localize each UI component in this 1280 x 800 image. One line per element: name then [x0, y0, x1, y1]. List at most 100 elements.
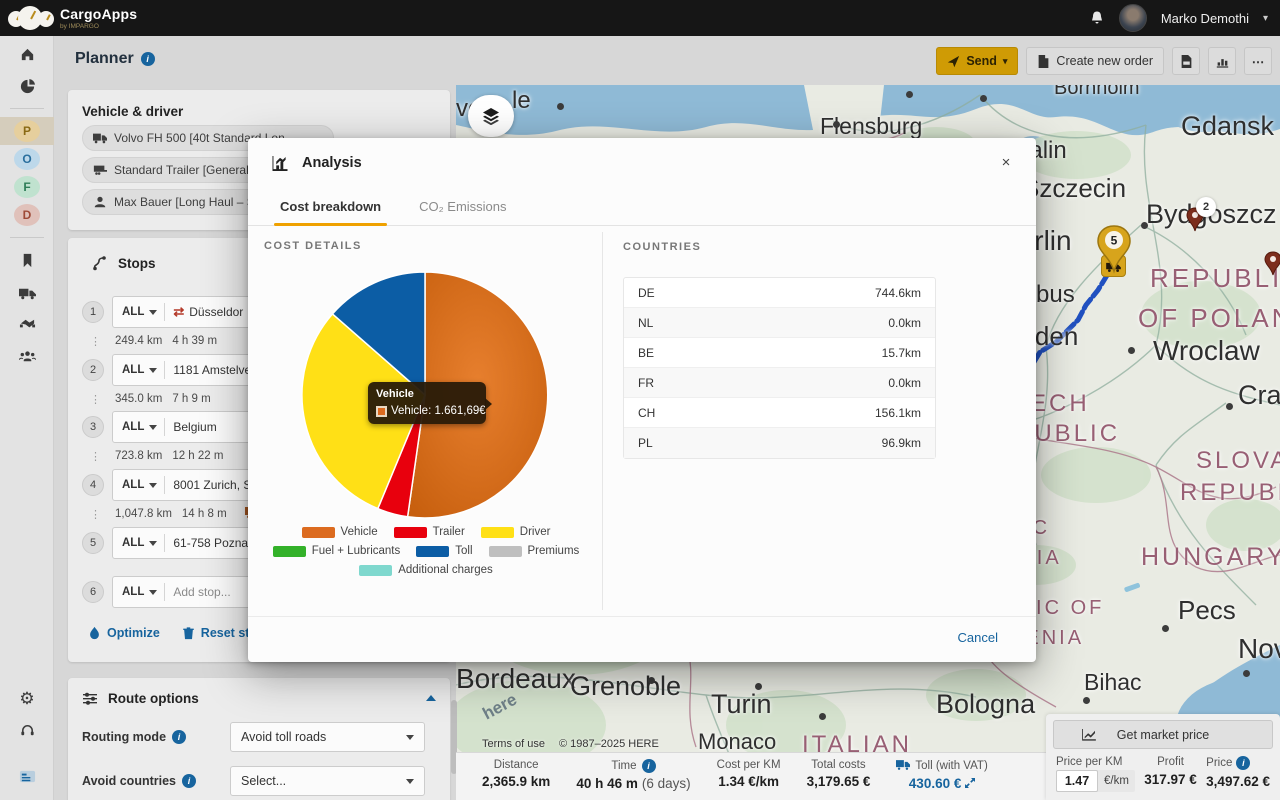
sidebar-item-shortcuts[interactable] — [0, 762, 54, 790]
app-name: CargoApps — [60, 6, 138, 22]
sidebar-item-settings[interactable]: ⚙ — [0, 684, 54, 712]
avoid-countries-info-icon[interactable]: i — [182, 774, 196, 788]
cost-details-title: COST DETAILS — [264, 240, 362, 252]
user-avatar[interactable] — [1118, 4, 1147, 32]
sidebar-workspace-o[interactable]: O — [0, 145, 54, 173]
sidebar-item-fleet[interactable] — [0, 278, 54, 306]
notifications-bell-icon[interactable] — [1089, 10, 1105, 26]
map-city-label: Bihac — [1084, 669, 1142, 695]
drag-handle-icon[interactable]: ⋮ — [90, 393, 101, 406]
map-order-count-badge[interactable]: 2 — [1196, 197, 1216, 217]
price-info-icon[interactable]: i — [1236, 756, 1251, 770]
map-layers-button[interactable] — [468, 95, 514, 137]
drag-handle-icon[interactable]: ⋮ — [90, 335, 101, 348]
stat-value: 3,179.65 € — [806, 774, 871, 789]
stat-label: Distance — [493, 759, 539, 771]
legend-swatch — [393, 526, 427, 538]
sidebar-item-partners[interactable] — [0, 310, 54, 338]
map-country-label: SLOVAK — [1196, 447, 1280, 474]
map-order-pin-2[interactable] — [1264, 251, 1280, 277]
user-name[interactable]: Marko Demothi — [1161, 11, 1249, 26]
price-per-km-stat: Price per KM €/km — [1056, 756, 1135, 792]
legend-swatch — [359, 564, 393, 576]
legend-swatch — [480, 526, 514, 538]
optimize-button[interactable]: Optimize — [88, 626, 160, 640]
export-pdf-button[interactable] — [1172, 47, 1200, 75]
swap-stops-icon[interactable]: ⇄ — [173, 304, 184, 320]
modal-tabs: Cost breakdown CO₂ Emissions — [248, 188, 1036, 226]
sidebar-workspace-d[interactable]: D — [0, 201, 54, 229]
stop-location-field[interactable]: ALL Belgium — [112, 411, 260, 443]
sidebar-item-analytics[interactable] — [0, 72, 54, 100]
sidebar-item-home[interactable] — [0, 40, 54, 68]
tab-co2-emissions[interactable]: CO₂ Emissions — [417, 188, 508, 225]
cancel-button[interactable]: Cancel — [958, 630, 998, 645]
dropdown-caret-icon — [149, 540, 158, 546]
more-actions-button[interactable]: ⋯ — [1244, 47, 1272, 75]
drag-handle-icon[interactable]: ⋮ — [90, 450, 101, 463]
map-city-label: Turin — [711, 689, 772, 719]
trailer-icon — [93, 163, 107, 177]
map-city-label: Novi — [1238, 633, 1280, 664]
toll-expand-icon[interactable] — [965, 776, 976, 791]
country-row: DE 744.6km — [624, 278, 935, 308]
page-title: Planner — [75, 50, 134, 67]
sidebar-item-support[interactable] — [0, 716, 54, 744]
send-button[interactable]: Send ▾ — [936, 47, 1019, 75]
map-city-dot — [557, 103, 564, 110]
stop-location-field[interactable]: ALL ⇄ Düsseldor — [112, 296, 260, 328]
countries-table: DE 744.6km NL 0.0km BE 15.7km FR 0.0km CH 156.1km… — [623, 277, 936, 459]
sidebar-workspace-p[interactable]: P — [0, 117, 54, 145]
avoid-countries-select[interactable]: Select... — [230, 766, 425, 796]
stop-location-field[interactable]: ALL 61-758 Poznan — [112, 527, 260, 559]
stop-mode-select[interactable]: ALL — [113, 421, 149, 433]
sidebar-workspace-f[interactable]: F — [0, 173, 54, 201]
app-logo[interactable]: CargoApps by IMPARGO — [8, 3, 137, 33]
legend-label: Toll — [455, 545, 473, 557]
legend-label: Driver — [519, 526, 551, 538]
country-code: DE — [638, 285, 655, 300]
map-stop5-pin[interactable]: 5 — [1096, 225, 1132, 277]
create-new-order-button[interactable]: Create new order — [1026, 47, 1164, 75]
planner-info-icon[interactable]: i — [140, 52, 155, 66]
stop-mode-select[interactable]: ALL — [113, 586, 149, 598]
stop-location-field[interactable]: ALL Add stop... — [112, 576, 260, 608]
stat-time: Time i 40 h 46 m (6 days) — [576, 759, 691, 800]
stop-location-field[interactable]: ALL 1181 Amstelve — [112, 354, 260, 386]
stop-mode-select[interactable]: ALL — [113, 479, 149, 491]
map-city-label: Szczecin — [1022, 173, 1127, 203]
terms-of-use-link[interactable]: Terms of use — [482, 738, 545, 750]
stops-panel-title: Stops — [118, 255, 156, 271]
stop-mode-select[interactable]: ALL — [113, 306, 149, 318]
drag-handle-icon[interactable]: ⋮ — [90, 508, 101, 521]
tab-cost-breakdown[interactable]: Cost breakdown — [273, 188, 388, 226]
stop-mode-select[interactable]: ALL — [113, 364, 149, 376]
routing-mode-select[interactable]: Avoid toll roads — [230, 722, 425, 752]
rail-divider — [9, 108, 44, 109]
map-city-dot — [1226, 403, 1233, 410]
stop-mode-select[interactable]: ALL — [113, 537, 149, 549]
sidebar-item-team[interactable] — [0, 342, 54, 370]
paper-plane-icon — [948, 55, 960, 67]
user-menu-chevron-icon[interactable]: ▾ — [1263, 13, 1268, 24]
collapse-chevron-icon[interactable] — [426, 695, 436, 701]
map-city-dot — [755, 683, 762, 690]
map-city-label: Grenoble — [570, 671, 682, 701]
price-per-km-input[interactable] — [1056, 770, 1098, 792]
get-market-price-button[interactable]: Get market price — [1053, 720, 1273, 749]
close-icon[interactable]: × — [996, 152, 1016, 172]
legend-swatch — [488, 545, 522, 557]
country-row: PL 96.9km — [624, 428, 935, 458]
modal-divider — [602, 232, 603, 610]
country-code: FR — [638, 375, 654, 390]
analysis-button[interactable] — [1208, 47, 1236, 75]
stop-location-field[interactable]: ALL 8001 Zurich, S — [112, 469, 260, 501]
time-info-icon[interactable]: i — [641, 759, 656, 773]
stat-value: 40 h 46 m (6 days) — [576, 776, 691, 791]
map-country-label: REPUBLIC — [1180, 479, 1280, 506]
sidebar-item-bookmarks[interactable] — [0, 246, 54, 274]
trash-icon — [183, 627, 194, 640]
route-icon — [93, 256, 106, 271]
routing-mode-info-icon[interactable]: i — [172, 730, 187, 744]
stat-label: Total costs — [811, 759, 866, 771]
